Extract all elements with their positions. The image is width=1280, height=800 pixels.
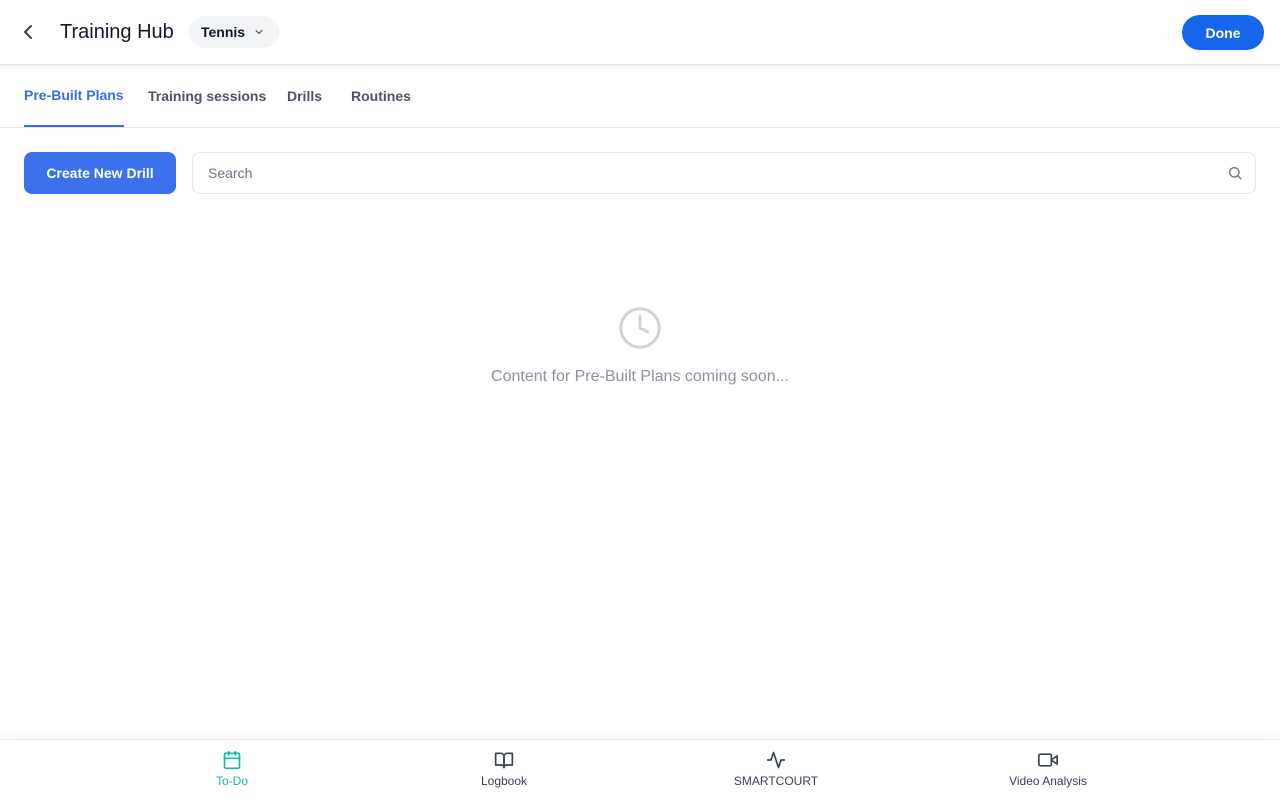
nav-item-video-analysis[interactable]: Video Analysis xyxy=(968,740,1128,800)
done-button[interactable]: Done xyxy=(1182,15,1264,50)
chevron-left-icon xyxy=(24,25,32,39)
tab-bar: Pre-Built Plans Training sessions Drills… xyxy=(0,65,1280,128)
nav-label-video-analysis: Video Analysis xyxy=(1009,774,1087,788)
create-new-drill-button[interactable]: Create New Drill xyxy=(24,152,176,194)
sport-selector[interactable]: Tennis xyxy=(189,16,280,48)
bottom-nav: To-Do Logbook SMARTCOURT Video Analysis xyxy=(0,739,1280,800)
nav-label-smartcourt: SMARTCOURT xyxy=(733,774,819,788)
tab-routines[interactable]: Routines xyxy=(351,65,411,127)
page-title: Training Hub xyxy=(60,21,174,43)
nav-label-to-do: To-Do xyxy=(215,774,248,788)
search-input[interactable] xyxy=(208,153,1208,193)
sport-selector-label: Tennis xyxy=(201,24,246,40)
nav-item-smartcourt[interactable]: SMARTCOURT xyxy=(696,740,856,800)
activity-icon xyxy=(766,751,786,769)
tab-pre-built-plans[interactable]: Pre-Built Plans xyxy=(24,65,124,127)
tab-training-sessions[interactable]: Training sessions xyxy=(148,65,266,127)
clock-icon xyxy=(619,307,661,349)
tab-drills[interactable]: Drills xyxy=(287,65,322,127)
nav-item-logbook[interactable]: Logbook xyxy=(424,740,584,800)
video-icon xyxy=(1038,753,1058,767)
search-icon[interactable] xyxy=(1227,165,1243,181)
search-box xyxy=(192,152,1256,194)
nav-label-logbook: Logbook xyxy=(480,774,528,788)
book-icon xyxy=(494,752,514,769)
nav-item-to-do[interactable]: To-Do xyxy=(152,740,312,800)
empty-state-message: Content for Pre-Built Plans coming soon.… xyxy=(491,368,789,385)
chevron-down-icon xyxy=(255,30,263,34)
calendar-icon xyxy=(223,750,241,770)
back-button[interactable] xyxy=(16,20,40,44)
app-header: Training Hub Tennis Done xyxy=(0,0,1280,65)
